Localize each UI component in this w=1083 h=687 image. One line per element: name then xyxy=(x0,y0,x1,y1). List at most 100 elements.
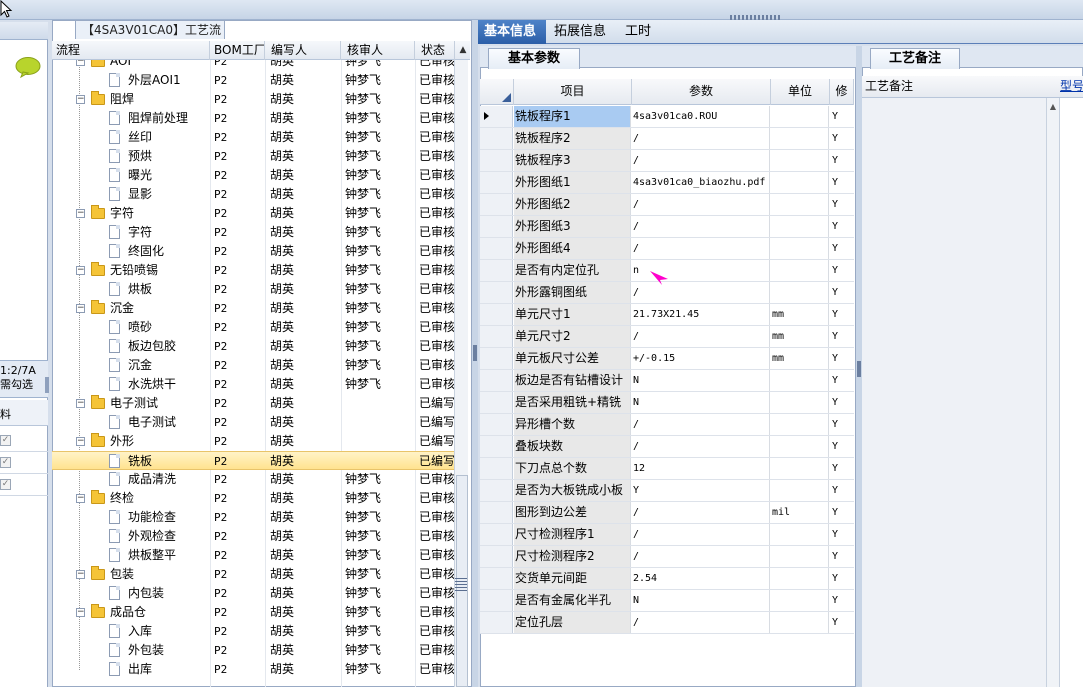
collapse-toggle-icon[interactable]: − xyxy=(76,399,85,408)
param-flag-cell[interactable]: Y xyxy=(830,348,854,369)
param-unit-cell[interactable]: mm xyxy=(771,304,829,325)
param-unit-cell[interactable]: mil xyxy=(771,502,829,523)
param-flag-cell[interactable]: Y xyxy=(830,260,854,281)
row-header[interactable] xyxy=(480,194,513,215)
row-header[interactable] xyxy=(480,370,513,391)
process-row[interactable]: 烘板整平 P2 胡英 钟梦飞 已审核 xyxy=(52,546,454,565)
process-row[interactable]: 电子测试 P2 胡英 已编写 xyxy=(52,413,454,432)
splitter-handle[interactable] xyxy=(473,345,477,361)
col-header-author[interactable]: 编写人 xyxy=(265,41,341,60)
param-unit-cell[interactable]: mm xyxy=(771,348,829,369)
param-param-cell[interactable]: N xyxy=(632,590,770,611)
param-param-cell[interactable]: / xyxy=(632,194,770,215)
param-unit-cell[interactable] xyxy=(771,458,829,479)
param-flag-cell[interactable]: Y xyxy=(830,106,854,127)
param-param-cell[interactable]: / xyxy=(632,546,770,567)
param-param-cell[interactable]: 2.54 xyxy=(632,568,770,589)
tab-basic-info[interactable]: 基本信息 xyxy=(478,20,546,44)
row-header[interactable] xyxy=(480,348,513,369)
scroll-up-icon[interactable]: ▲ xyxy=(1047,102,1059,112)
param-flag-cell[interactable]: Y xyxy=(830,304,854,325)
left-checkbox-row[interactable]: ✓ xyxy=(0,452,48,474)
row-header[interactable] xyxy=(480,392,513,413)
param-row[interactable]: 是否有金属化半孔 N Y xyxy=(480,590,854,612)
process-row[interactable]: 终固化 P2 胡英 钟梦飞 已审核 xyxy=(52,242,454,261)
tab-basic-params[interactable]: 基本参数 xyxy=(488,48,580,69)
process-row[interactable]: − 外形 P2 胡英 已编写 xyxy=(52,432,454,451)
param-unit-cell[interactable] xyxy=(771,172,829,193)
row-header[interactable] xyxy=(480,260,513,281)
checkbox[interactable]: ✓ xyxy=(0,435,11,446)
param-row[interactable]: 异形槽个数 / Y xyxy=(480,414,854,436)
process-row[interactable]: 入库 P2 胡英 钟梦飞 已审核 xyxy=(52,622,454,641)
param-row[interactable]: 尺寸检测程序1/ Y xyxy=(480,524,854,546)
collapse-toggle-icon[interactable]: − xyxy=(76,304,85,313)
process-row[interactable]: 出库 P2 胡英 钟梦飞 已审核 xyxy=(52,660,454,679)
row-header[interactable] xyxy=(480,326,513,347)
notes-body[interactable] xyxy=(862,98,1048,687)
process-row[interactable]: 外层AOI1 P2 胡英 钟梦飞 已审核 xyxy=(52,71,454,90)
row-header[interactable] xyxy=(480,568,513,589)
param-row[interactable]: 尺寸检测程序2/ Y xyxy=(480,546,854,568)
tab-extended-info[interactable]: 拓展信息 xyxy=(548,20,618,44)
param-row[interactable]: 铣板程序1 4sa3v01ca0.ROU Y xyxy=(480,106,854,128)
param-flag-cell[interactable]: Y xyxy=(830,392,854,413)
param-unit-cell[interactable] xyxy=(771,128,829,149)
param-flag-cell[interactable]: Y xyxy=(830,436,854,457)
param-param-cell[interactable]: Y xyxy=(632,480,770,501)
param-unit-cell[interactable] xyxy=(771,282,829,303)
row-header[interactable] xyxy=(480,216,513,237)
col-header-item[interactable]: 项目 xyxy=(514,79,632,105)
collapse-toggle-icon[interactable]: − xyxy=(76,570,85,579)
row-header[interactable] xyxy=(480,458,513,479)
param-unit-cell[interactable] xyxy=(771,414,829,435)
param-param-cell[interactable]: N xyxy=(632,392,770,413)
process-row[interactable]: − 包装 P2 胡英 钟梦飞 已审核 xyxy=(52,565,454,584)
collapse-toggle-icon[interactable]: − xyxy=(76,266,85,275)
process-row[interactable]: 丝印 P2 胡英 钟梦飞 已审核 xyxy=(52,128,454,147)
param-row[interactable]: 图形到边公差 / mil Y xyxy=(480,502,854,524)
process-row[interactable]: 曝光 P2 胡英 钟梦飞 已审核 xyxy=(52,166,454,185)
param-flag-cell[interactable]: Y xyxy=(830,238,854,259)
param-unit-cell[interactable] xyxy=(771,260,829,281)
param-flag-cell[interactable]: Y xyxy=(830,546,854,567)
param-flag-cell[interactable]: Y xyxy=(830,414,854,435)
col-header-reviewer[interactable]: 核审人 xyxy=(341,41,415,60)
row-header[interactable] xyxy=(480,150,513,171)
param-flag-cell[interactable]: Y xyxy=(830,568,854,589)
param-param-cell[interactable]: / xyxy=(632,216,770,237)
param-param-cell[interactable]: / xyxy=(632,436,770,457)
param-flag-cell[interactable]: Y xyxy=(830,150,854,171)
row-header[interactable] xyxy=(480,546,513,567)
process-row[interactable]: 外观检查 P2 胡英 钟梦飞 已审核 xyxy=(52,527,454,546)
param-param-cell[interactable]: / xyxy=(632,150,770,171)
process-row[interactable]: − 终检 P2 胡英 钟梦飞 已审核 xyxy=(52,489,454,508)
param-param-cell[interactable]: / xyxy=(632,612,770,633)
param-flag-cell[interactable]: Y xyxy=(830,326,854,347)
col-header-flag[interactable]: 修 xyxy=(830,79,854,105)
param-unit-cell[interactable] xyxy=(771,370,829,391)
param-param-cell[interactable]: 4sa3v01ca0_biaozhu.pdf xyxy=(632,172,770,193)
col-header-status[interactable]: 状态 xyxy=(415,41,455,60)
param-param-cell[interactable]: / xyxy=(632,502,770,523)
col-header-unit[interactable]: 单位 xyxy=(771,79,830,105)
left-checkbox-row[interactable]: ✓ xyxy=(0,430,48,452)
param-flag-cell[interactable]: Y xyxy=(830,282,854,303)
process-row[interactable]: 铣板 P2 胡英 已编写 xyxy=(52,451,454,470)
param-row[interactable]: 是否采用粗铣+精铣 N Y xyxy=(480,392,854,414)
param-unit-cell[interactable] xyxy=(771,524,829,545)
param-param-cell[interactable]: 12 xyxy=(632,458,770,479)
process-row[interactable]: 外包装 P2 胡英 钟梦飞 已审核 xyxy=(52,641,454,660)
process-row[interactable]: 烘板 P2 胡英 钟梦飞 已审核 xyxy=(52,280,454,299)
process-row[interactable]: 水洗烘干 P2 胡英 钟梦飞 已审核 xyxy=(52,375,454,394)
param-param-cell[interactable]: / xyxy=(632,326,770,347)
param-param-cell[interactable]: / xyxy=(632,524,770,545)
param-param-cell[interactable]: 4sa3v01ca0.ROU xyxy=(632,106,770,127)
model-link[interactable]: 型号 xyxy=(1060,76,1083,98)
row-header[interactable] xyxy=(480,480,513,501)
row-header[interactable] xyxy=(480,282,513,303)
param-row[interactable]: 叠板块数 / Y xyxy=(480,436,854,458)
notes-scrollbar[interactable]: ▲ xyxy=(1046,98,1059,687)
collapse-handle[interactable] xyxy=(45,377,49,393)
row-header[interactable] xyxy=(480,590,513,611)
